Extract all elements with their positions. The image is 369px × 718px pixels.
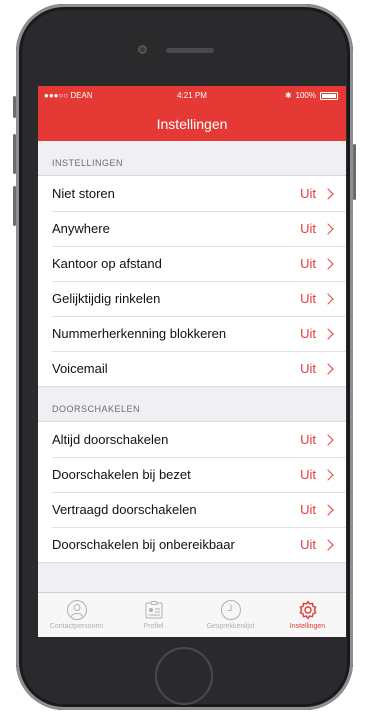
tab-label: Gesprekkenlijst <box>206 623 255 630</box>
row-value: Uit <box>300 256 316 271</box>
power-button <box>353 144 356 200</box>
row-label: Voicemail <box>52 361 108 376</box>
person-icon <box>66 600 87 620</box>
clock-icon <box>220 600 241 620</box>
front-camera <box>138 45 147 54</box>
tab-label: Profiel <box>143 623 164 630</box>
home-button[interactable] <box>155 647 213 705</box>
row-value: Uit <box>300 361 316 376</box>
row-nummerherkenning-blokkeren[interactable]: Nummerherkenning blokkeren Uit <box>38 316 346 351</box>
page-title: Instellingen <box>156 115 228 132</box>
tab-profiel[interactable]: Profiel <box>115 593 192 637</box>
row-anywhere[interactable]: Anywhere Uit <box>38 211 346 246</box>
chevron-right-icon <box>322 433 334 446</box>
row-label: Doorschakelen bij bezet <box>52 467 191 482</box>
tab-gesprekkenlijst[interactable]: Gesprekkenlijst <box>192 593 269 637</box>
status-right: ✱ 100% <box>285 91 338 100</box>
settings-list: INSTELLINGEN Niet storen Uit Anywhere Ui… <box>38 141 346 593</box>
bluetooth-icon: ✱ <box>284 91 292 100</box>
row-label: Kantoor op afstand <box>52 256 162 271</box>
row-label: Nummerherkenning blokkeren <box>52 326 227 341</box>
row-kantoor-op-afstand[interactable]: Kantoor op afstand Uit <box>38 246 346 281</box>
row-value: Uit <box>300 467 316 482</box>
row-doorschakelen-bij-bezet[interactable]: Doorschakelen bij bezet Uit <box>38 457 346 492</box>
tab-label: Contactpersonen <box>49 623 104 630</box>
id-card-icon <box>145 601 162 619</box>
battery-icon <box>320 91 338 100</box>
screen: ●●●○○ DEAN 4:21 PM ✱ 100% Instellingen I… <box>38 86 346 637</box>
chevron-right-icon <box>322 468 334 481</box>
chevron-right-icon <box>322 222 334 235</box>
chevron-right-icon <box>322 187 334 200</box>
tab-instellingen[interactable]: Instellingen <box>269 593 346 637</box>
row-value: Uit <box>300 537 316 552</box>
row-vertraagd-doorschakelen[interactable]: Vertraagd doorschakelen Uit <box>38 492 346 527</box>
volume-up-button <box>13 134 16 174</box>
gear-icon <box>299 600 316 620</box>
status-bar: ●●●○○ DEAN 4:21 PM ✱ 100% <box>38 86 346 106</box>
tab-contactpersonen[interactable]: Contactpersonen <box>38 593 115 637</box>
row-value: Uit <box>300 221 316 236</box>
row-niet-storen[interactable]: Niet storen Uit <box>38 176 346 211</box>
volume-down-button <box>13 186 16 226</box>
row-label: Anywhere <box>52 221 110 236</box>
row-value: Uit <box>300 186 316 201</box>
section-instellingen: Niet storen Uit Anywhere Uit Kantoor op … <box>38 175 346 387</box>
row-label: Gelijktijdig rinkelen <box>52 291 161 306</box>
row-voicemail[interactable]: Voicemail Uit <box>38 351 346 386</box>
row-label: Niet storen <box>52 186 115 201</box>
navigation-bar: Instellingen <box>38 106 346 141</box>
earpiece-speaker <box>166 48 214 53</box>
section-header-instellingen: INSTELLINGEN <box>52 158 124 168</box>
section-doorschakelen: Altijd doorschakelen Uit Doorschakelen b… <box>38 421 346 563</box>
row-doorschakelen-bij-onbereikbaar[interactable]: Doorschakelen bij onbereikbaar Uit <box>38 527 346 562</box>
tab-bar: Contactpersonen Profiel Gesprekkenlijst <box>38 592 346 637</box>
row-gelijktijdig-rinkelen[interactable]: Gelijktijdig rinkelen Uit <box>38 281 346 316</box>
chevron-right-icon <box>322 538 334 551</box>
chevron-right-icon <box>322 257 334 270</box>
row-value: Uit <box>300 502 316 517</box>
battery-percent: 100% <box>295 91 316 100</box>
tab-label: Instellingen <box>289 623 326 630</box>
row-label: Altijd doorschakelen <box>52 432 169 447</box>
row-label: Doorschakelen bij onbereikbaar <box>52 537 235 552</box>
row-altijd-doorschakelen[interactable]: Altijd doorschakelen Uit <box>38 422 346 457</box>
chevron-right-icon <box>322 292 334 305</box>
row-value: Uit <box>300 291 316 306</box>
row-value: Uit <box>300 326 316 341</box>
chevron-right-icon <box>322 327 334 340</box>
section-header-doorschakelen: DOORSCHAKELEN <box>52 404 141 414</box>
chevron-right-icon <box>322 503 334 516</box>
row-value: Uit <box>300 432 316 447</box>
row-label: Vertraagd doorschakelen <box>52 502 197 517</box>
mute-switch <box>13 96 16 118</box>
chevron-right-icon <box>322 362 334 375</box>
